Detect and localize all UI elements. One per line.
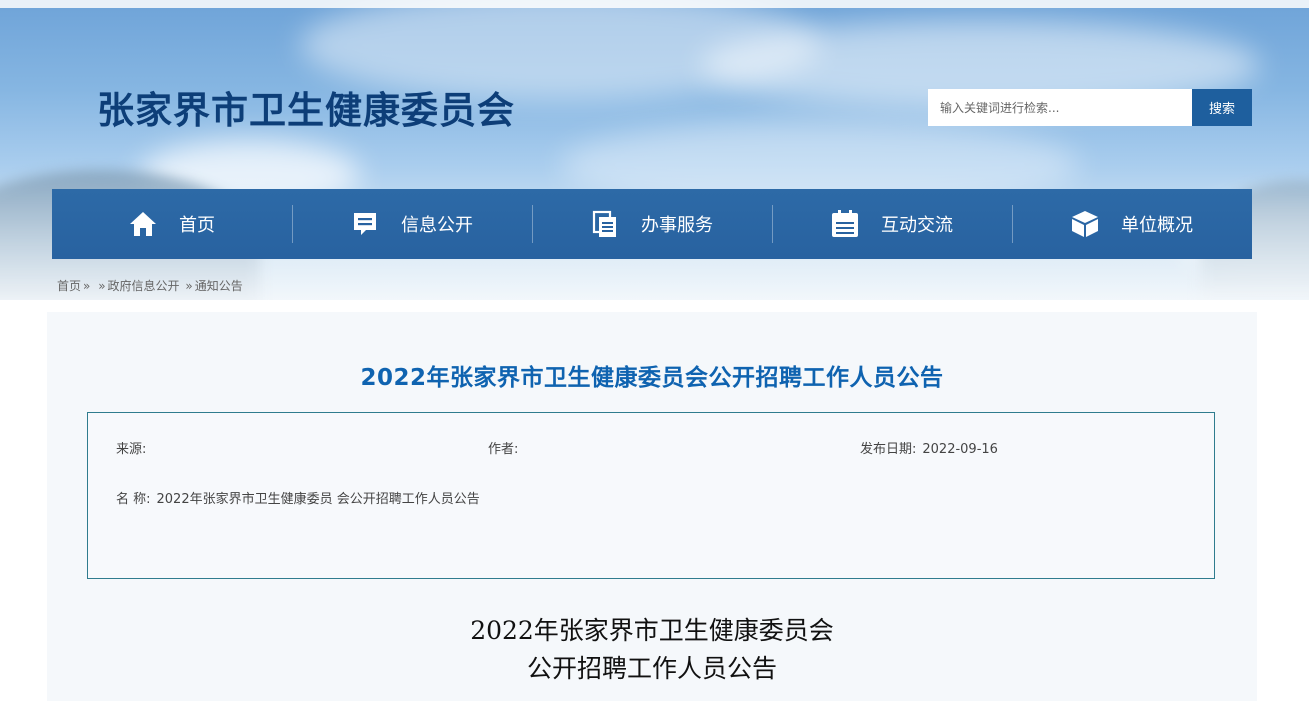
nav-item-interaction[interactable]: 互动交流 [772,189,1012,259]
documents-icon [591,210,619,238]
nav-item-about[interactable]: 单位概况 [1012,189,1252,259]
search-box: 搜索 [928,89,1252,126]
meta-date-value: 2022-09-16 [922,442,998,457]
breadcrumb-separator: » [98,279,106,293]
meta-author-label: 作者: [488,442,519,457]
nav-item-services[interactable]: 办事服务 [532,189,772,259]
message-icon [351,210,379,238]
breadcrumb-home[interactable]: 首页 [57,279,81,293]
cube-icon [1071,210,1099,238]
article-meta-box: 来源: 作者: 发布日期: 2022-09-16 名 称: 2022年张家界市卫生健… [87,412,1215,579]
breadcrumb-notices[interactable]: 通知公告 [195,279,243,293]
document-heading-line: 公开招聘工作人员公告 [526,654,777,683]
nav-item-label: 办事服务 [641,215,713,236]
meta-name-value: 2022年张家界市卫生健康委员 会公开招聘工作人员公告 [156,492,480,507]
breadcrumb-separator: » [83,279,91,293]
meta-date: 发布日期: 2022-09-16 [860,438,998,457]
nav-item-label: 单位概况 [1121,215,1193,236]
meta-source: 来源: [116,438,152,457]
document-heading-line: 2022年张家界市卫生健康委员会 [470,616,834,645]
article-title: 2022年张家界市卫生健康委员会公开招聘工作人员公告 [360,365,944,391]
home-icon [129,210,157,238]
article-container: 2022年张家界市卫生健康委员会公开招聘工作人员公告 来源: 作者: 发布日期:… [47,312,1257,701]
breadcrumb-gov-info[interactable]: 政府信息公开 [108,279,180,293]
document-heading: 2022年张家界市卫生健康委员会 公开招聘工作人员公告 [47,612,1257,688]
nav-item-home[interactable]: 首页 [52,189,292,259]
meta-source-label: 来源: [116,442,147,457]
nav-item-label: 互动交流 [881,215,953,236]
clipboard-icon [831,210,859,238]
meta-author: 作者: [488,438,524,457]
meta-name: 名 称: 2022年张家界市卫生健康委员 会公开招聘工作人员公告 [116,488,480,507]
nav-item-info-public[interactable]: 信息公开 [292,189,532,259]
meta-date-label: 发布日期: [860,442,917,457]
nav-item-label: 首页 [179,215,215,236]
main-nav: 首页 信息公开 办事服务 互动交流 单位概况 [52,189,1252,259]
meta-name-label: 名 称: [116,492,151,507]
site-title: 张家界市卫生健康委员会 [97,89,515,132]
search-button[interactable]: 搜索 [1192,89,1252,126]
breadcrumb: 首页» » 政府信息公开 » 通知公告 [57,277,243,294]
nav-item-label: 信息公开 [401,215,473,236]
breadcrumb-separator: » [185,279,193,293]
search-input[interactable] [928,89,1192,126]
